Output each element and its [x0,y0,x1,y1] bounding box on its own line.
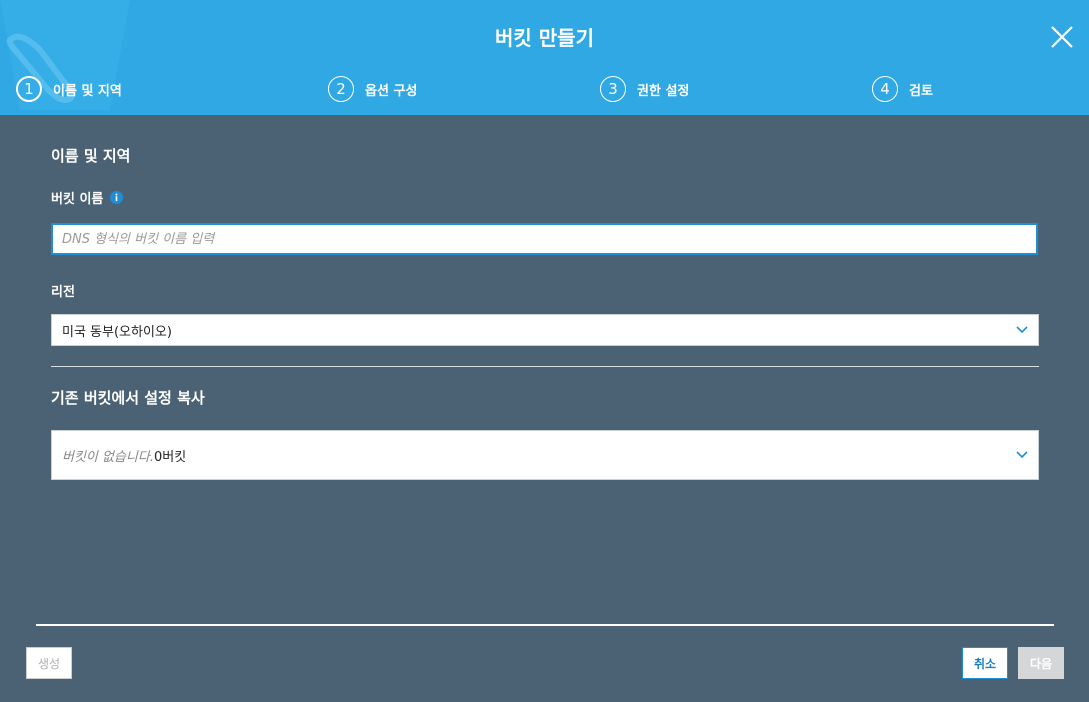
step-number: 3 [600,76,626,102]
bucket-count: 0버킷 [154,449,187,465]
footer-divider [36,624,1054,626]
step-review[interactable]: 4 검토 [872,76,933,102]
bucket-name-label-text: 버킷 이름 [51,192,104,207]
copy-settings-title: 기존 버킷에서 설정 복사 [51,389,205,407]
dialog-title: 버킷 만들기 [495,26,594,50]
bucket-name-input[interactable] [51,223,1038,255]
copy-settings-select[interactable]: 버킷이 없습니다. 0버킷 [51,430,1039,480]
step-label: 권한 설정 [637,83,690,99]
step-number: 1 [16,76,42,102]
close-icon[interactable] [1049,24,1075,50]
region-label: 리전 [51,285,75,300]
step-number: 4 [872,76,898,102]
step-label: 옵션 구성 [365,83,418,99]
step-label: 이름 및 지역 [53,83,122,99]
copy-settings-placeholder: 버킷이 없습니다. [62,449,154,465]
region-select[interactable]: 미국 동부(오하이오) [51,314,1039,346]
bucket-name-label: 버킷 이름 [51,188,124,207]
step-name-region[interactable]: 1 이름 및 지역 [16,76,122,102]
next-button[interactable]: 다음 [1018,647,1064,679]
info-icon[interactable] [110,191,124,204]
chevron-down-icon [1016,326,1028,334]
step-label: 검토 [909,83,933,99]
step-set-permissions[interactable]: 3 권한 설정 [600,76,689,102]
section-divider [51,366,1039,367]
region-select-value: 미국 동부(오하이오) [62,324,172,340]
create-button[interactable]: 생성 [26,647,72,679]
chevron-down-icon [1016,451,1028,459]
wizard-steps: 1 이름 및 지역 2 옵션 구성 3 권한 설정 4 검토 [16,76,1076,102]
step-number: 2 [328,76,354,102]
step-configure-options[interactable]: 2 옵션 구성 [328,76,417,102]
cancel-button[interactable]: 취소 [962,647,1008,679]
section-title: 이름 및 지역 [51,147,131,165]
dialog-header: 버킷 만들기 1 이름 및 지역 2 옵션 구성 3 권한 설정 4 검토 [0,0,1089,115]
